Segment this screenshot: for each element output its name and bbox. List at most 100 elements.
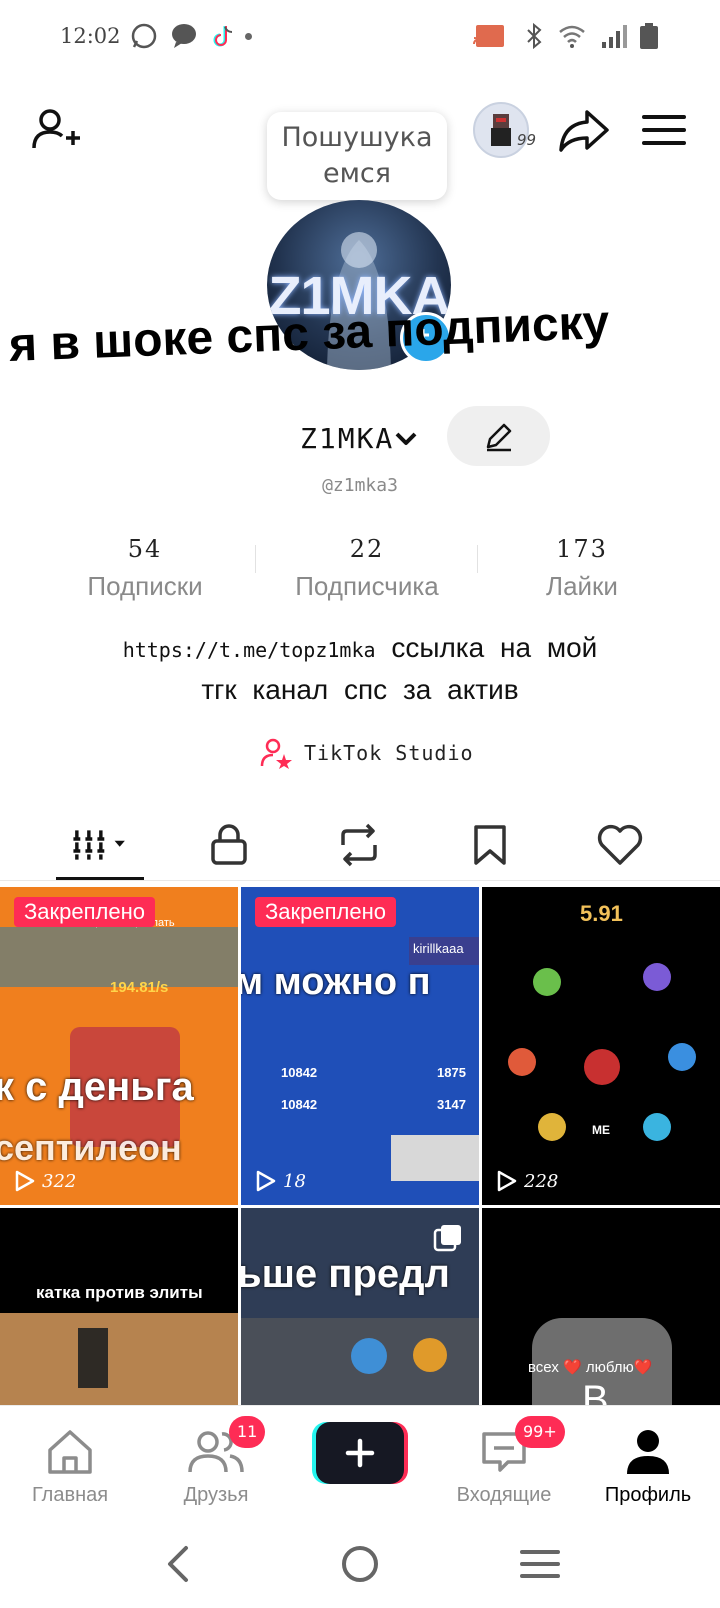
nav-friends-label: Друзья [183, 1484, 249, 1506]
tabs-divider [0, 880, 720, 881]
inbox-badge: 99+ [515, 1416, 565, 1448]
home-icon [48, 1430, 92, 1474]
pinned-badge: Закреплено [255, 897, 396, 927]
followers-label: Подписчика [295, 571, 439, 601]
nav-friends[interactable]: Друзья [146, 1424, 286, 1507]
bio-line-1: ссылка на мой [391, 632, 598, 663]
tile-views-value: 18 [283, 1170, 306, 1192]
status-bar: 12:02 [0, 0, 720, 75]
share-button[interactable] [553, 100, 613, 160]
nav-home-label: Главная [31, 1484, 109, 1506]
grid-icon [73, 830, 125, 860]
tab-videos[interactable] [70, 815, 130, 875]
add-user-icon [32, 109, 80, 149]
tile-scene [0, 1313, 238, 1405]
status-time: 12:02 [60, 24, 121, 48]
tile-stat: 10842 [281, 1065, 318, 1080]
likes-count: 173 [556, 535, 608, 563]
tile-panel [391, 1135, 479, 1181]
tile-caption: всех ❤️ люблю❤️ [528, 1359, 653, 1376]
tile-panel [0, 927, 238, 987]
pinned-badge: Закреплено [14, 897, 155, 927]
following-label: Подписки [87, 571, 203, 601]
bio-link[interactable]: https://t.me/topz1mka [123, 638, 376, 662]
display-name[interactable]: Z1MKA [300, 422, 394, 455]
bluetooth-icon [527, 22, 542, 50]
followers-stat[interactable]: 22 Подписчика [267, 535, 467, 602]
tile-stat: 1875 [437, 1065, 466, 1080]
back-icon[interactable] [160, 1542, 200, 1586]
tile-figure [78, 1328, 108, 1388]
menu-button[interactable] [634, 100, 694, 160]
video-tile[interactable]: 5.91 ME 228 [482, 887, 720, 1205]
add-friend-button[interactable] [26, 100, 86, 160]
tile-label: ME [592, 1123, 610, 1137]
battery-icon [640, 23, 658, 49]
tile-view-count: 322 [14, 1169, 76, 1193]
tile-orb [351, 1338, 387, 1374]
tile-orb [413, 1338, 447, 1372]
tile-caption: м можно п [241, 961, 431, 1003]
profile-icon [627, 1430, 669, 1474]
likes-stat[interactable]: 173 Лайки [482, 535, 682, 602]
story-tooltip: Пошушука емся [267, 112, 447, 200]
bookmark-icon [474, 825, 506, 865]
create-button[interactable] [312, 1422, 408, 1484]
tile-stat: 10842 [281, 1097, 318, 1112]
following-count: 54 [127, 535, 163, 563]
share-icon [559, 110, 609, 152]
tile-views-value: 228 [524, 1170, 559, 1192]
tiktok-studio-link[interactable]: TikTok Studio [260, 736, 474, 770]
chat-icon [172, 24, 196, 48]
tile-stat-text: 194.81/s [110, 979, 169, 996]
likes-label: Лайки [546, 571, 618, 601]
whatsapp-icon [131, 23, 157, 49]
tile-caption: к с деньга [0, 1065, 194, 1109]
tile-caption-2: септилеон [0, 1127, 182, 1168]
bio: https://t.me/topz1mka ссылка на мой тгк … [40, 628, 680, 710]
creator-star-icon [260, 738, 292, 769]
tile-view-count: 228 [496, 1169, 558, 1193]
tab-liked[interactable] [590, 815, 650, 875]
stat-divider [477, 545, 478, 573]
video-tile[interactable]: катка против элиты [0, 1208, 238, 1405]
nav-inbox-label: Входящие [456, 1484, 552, 1506]
tab-favorites[interactable] [460, 815, 520, 875]
video-tile[interactable]: Копать, копать, копать 194.81/s к с день… [0, 887, 238, 1205]
signal-icon [602, 25, 627, 48]
cast-icon [473, 25, 504, 47]
home-circle-icon[interactable] [338, 1542, 382, 1586]
tiktok-studio-label: TikTok Studio [304, 741, 474, 765]
story-avatar[interactable] [473, 102, 529, 158]
multi-photo-icon [433, 1225, 461, 1252]
nav-profile-label: Профиль [604, 1484, 692, 1506]
pencil-icon [486, 423, 511, 452]
tab-private[interactable] [199, 815, 259, 875]
more-notifications-dot [245, 33, 252, 40]
tile-view-count: 18 [255, 1169, 306, 1193]
followers-count: 22 [349, 535, 385, 563]
nav-home[interactable]: Главная [0, 1424, 140, 1507]
play-icon [256, 1170, 276, 1192]
nav-profile[interactable]: Профиль [578, 1424, 718, 1507]
chevron-down-icon[interactable] [392, 425, 420, 453]
tile-caption-2: B [582, 1378, 609, 1405]
stat-divider [255, 545, 256, 573]
bio-line-2: тгк канал спс за актив [201, 674, 519, 705]
bottom-navigation: Главная Друзья 11 Входящие 99+ Профиль [0, 1405, 720, 1531]
heart-icon [597, 824, 643, 865]
plus-icon [345, 1438, 375, 1468]
video-tile[interactable]: ьше предл [241, 1208, 479, 1405]
tab-reposts[interactable] [329, 815, 389, 875]
tile-top-text: 5.91 [580, 901, 623, 926]
video-tile[interactable]: kirillkaaa м можно п 10842 10842 1875 31… [241, 887, 479, 1205]
repost-icon [341, 823, 377, 867]
tile-caption: ьше предл [241, 1252, 450, 1296]
recent-apps-icon[interactable] [518, 1542, 562, 1586]
tile-caption: катка против элиты [36, 1283, 203, 1302]
video-tile[interactable]: всех ❤️ люблю❤️ B [482, 1208, 720, 1405]
edit-profile-button[interactable] [447, 406, 550, 466]
user-handle: @z1mka3 [322, 475, 398, 496]
following-stat[interactable]: 54 Подписки [45, 535, 245, 602]
tile-stat: 3147 [437, 1097, 466, 1112]
